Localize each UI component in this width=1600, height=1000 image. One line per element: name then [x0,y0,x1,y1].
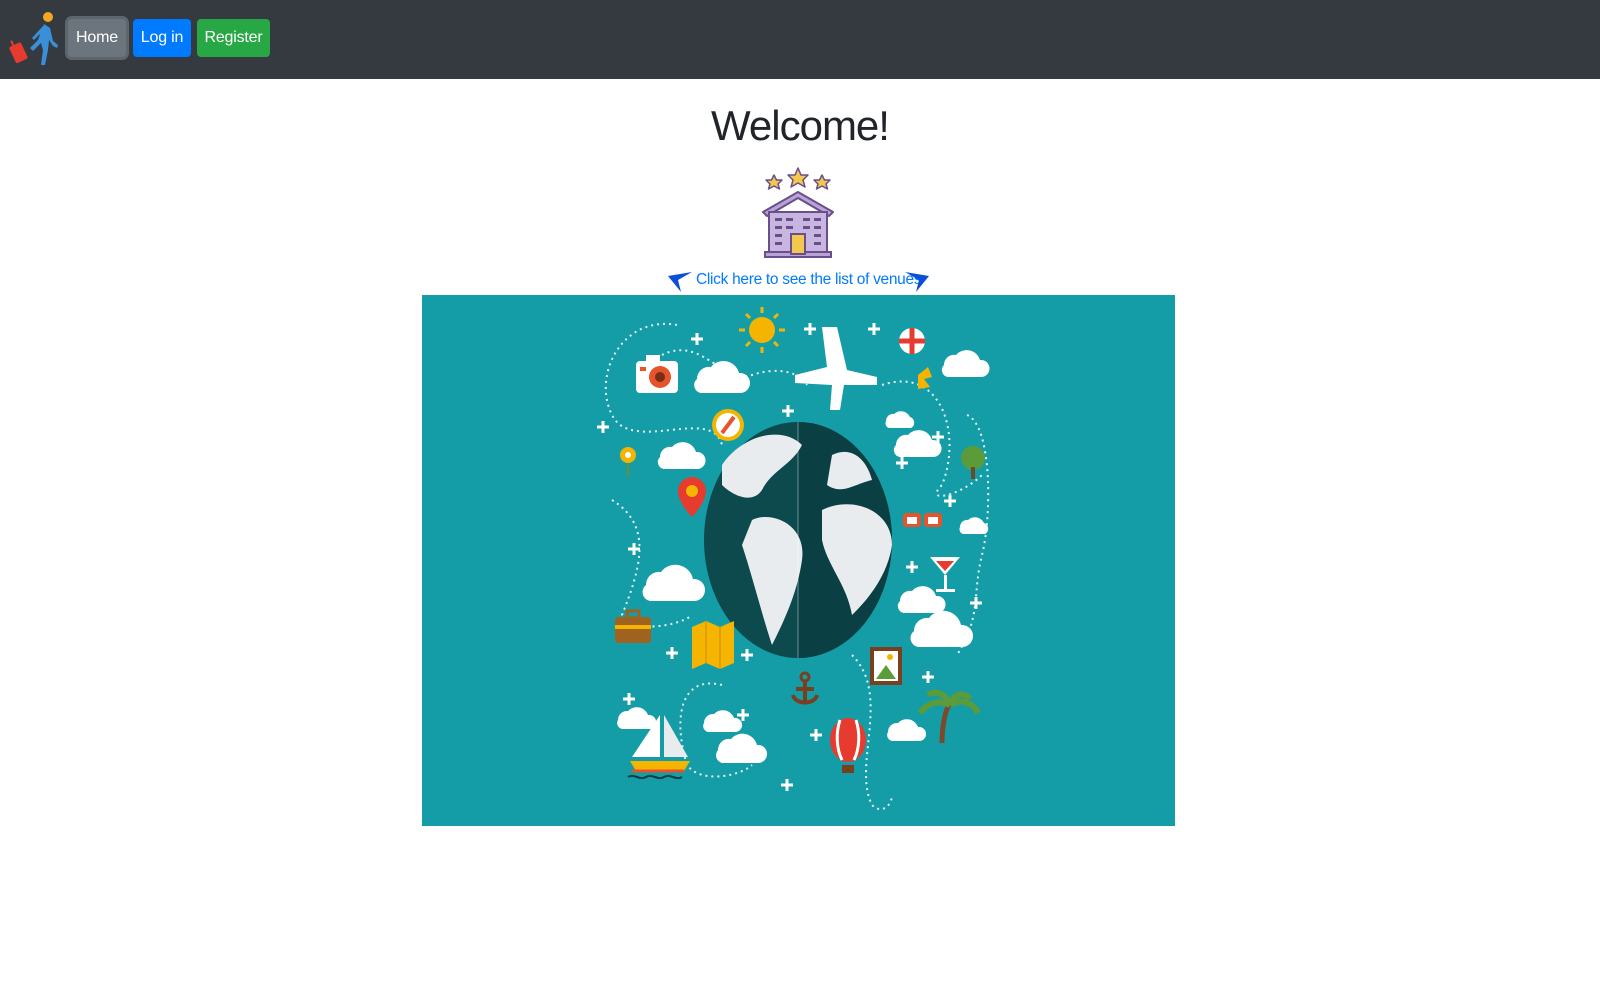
arrow-pointer-icon [668,272,692,292]
page-title: Welcome! [711,102,890,149]
venues-list-link[interactable]: Click here to see the list of venues [696,271,922,289]
home-button[interactable]: Home [68,19,126,57]
traveler-with-suitcase-icon[interactable] [8,8,64,68]
navbar: Home Log in Register [0,0,1600,79]
hotel-stars-icon [762,167,834,258]
travel-world-banner [422,295,1175,826]
travel-world-illustration [597,307,990,811]
arrow-pointer-icon [905,272,929,292]
venues-link-row: Click here to see the list of venues [665,268,935,294]
login-button[interactable]: Log in [133,19,191,57]
register-button[interactable]: Register [197,19,270,57]
